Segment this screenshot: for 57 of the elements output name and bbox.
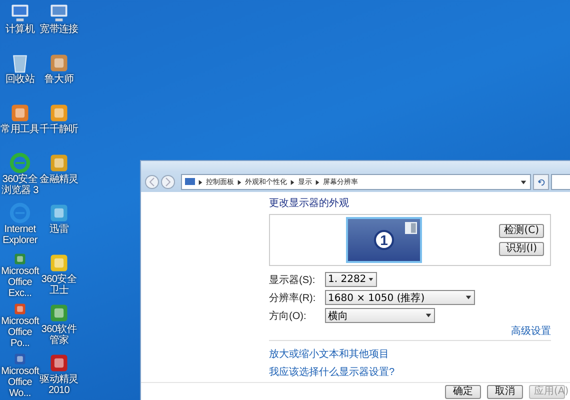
dropdown-arrow-icon: [465, 294, 472, 301]
setting-label: 显示器(S):: [269, 274, 316, 286]
panel-button[interactable]: 识别(I): [499, 242, 544, 256]
application-icon[interactable]: [48, 2, 70, 24]
desktop-icon-label[interactable]: Microsoft Office Wo...: [0, 366, 40, 399]
search-field[interactable]: [551, 174, 570, 190]
desktop-icon-label[interactable]: 计算机: [0, 24, 40, 35]
desktop-icon-label[interactable]: 回收站: [0, 74, 40, 85]
help-link[interactable]: 我应该选择什么显示器设置?: [269, 367, 395, 378]
application-icon[interactable]: [9, 102, 31, 124]
monitor-number: 1: [374, 230, 394, 250]
application-icon[interactable]: [48, 152, 70, 174]
setting-dropdown[interactable]: 1680 × 1050 (推荐): [325, 290, 475, 305]
desktop-icon-label[interactable]: 360软件管家: [39, 324, 79, 346]
dialog-button[interactable]: 取消: [487, 385, 523, 399]
application-icon[interactable]: [48, 352, 70, 374]
monitor-thumbnail[interactable]: 1: [346, 217, 422, 263]
chevron-icon: [290, 180, 295, 184]
window-icon: [405, 222, 417, 234]
application-icon[interactable]: [48, 202, 70, 224]
dropdown-arrow-icon: [425, 312, 432, 319]
back-button[interactable]: [145, 175, 159, 189]
dropdown-arrow-icon: [368, 276, 374, 283]
desktop-icon-label[interactable]: 宽带连接: [39, 24, 79, 35]
desktop-icon-label[interactable]: 金融精灵: [39, 174, 79, 185]
refresh-button[interactable]: [533, 174, 549, 190]
setting-label: 分辨率(R):: [269, 292, 317, 304]
help-link[interactable]: 放大或缩小文本和其他项目: [269, 349, 389, 360]
dialog-button[interactable]: 确定: [445, 385, 481, 399]
panel-button[interactable]: 检测(C): [499, 224, 544, 238]
desktop-icon-label[interactable]: Microsoft Office Po...: [0, 316, 40, 349]
refresh-icon: [536, 178, 546, 186]
page-heading: 更改显示器的外观: [269, 197, 350, 210]
desktop-icon-label[interactable]: 360安全浏览器 3: [0, 174, 40, 196]
setting-label: 方向(O):: [269, 310, 308, 322]
desktop-icon-label[interactable]: 驱动精灵 2010: [39, 374, 79, 396]
computer-icon[interactable]: [9, 2, 31, 24]
desktop-icon-label[interactable]: 千千静听: [39, 124, 79, 135]
control-panel-icon: [185, 177, 195, 187]
application-icon[interactable]: [48, 102, 70, 124]
application-icon[interactable]: [48, 52, 70, 74]
desktop-icon-label[interactable]: Microsoft Office Exc...: [0, 266, 40, 299]
forward-button[interactable]: [161, 175, 175, 189]
desktop-icon-label[interactable]: 迅雷: [39, 224, 79, 235]
dropdown-arrow-icon[interactable]: [520, 178, 527, 186]
chevron-icon: [198, 180, 203, 184]
application-icon[interactable]: [48, 302, 70, 324]
desktop-icon-label[interactable]: Internet Explorer: [0, 224, 40, 246]
setting-dropdown[interactable]: 横向: [325, 308, 435, 323]
application-icon[interactable]: [48, 252, 70, 274]
desktop-icon-label[interactable]: 常用工具: [0, 124, 40, 135]
setting-dropdown[interactable]: 1. 2282: [325, 272, 377, 287]
chevron-icon: [315, 180, 320, 184]
desktop-icon-label[interactable]: 360安全卫士: [39, 274, 79, 296]
chevron-icon: [237, 180, 242, 184]
desktop-icon-label[interactable]: 鲁大师: [39, 74, 79, 85]
advanced-settings-link[interactable]: 高级设置: [511, 325, 551, 338]
